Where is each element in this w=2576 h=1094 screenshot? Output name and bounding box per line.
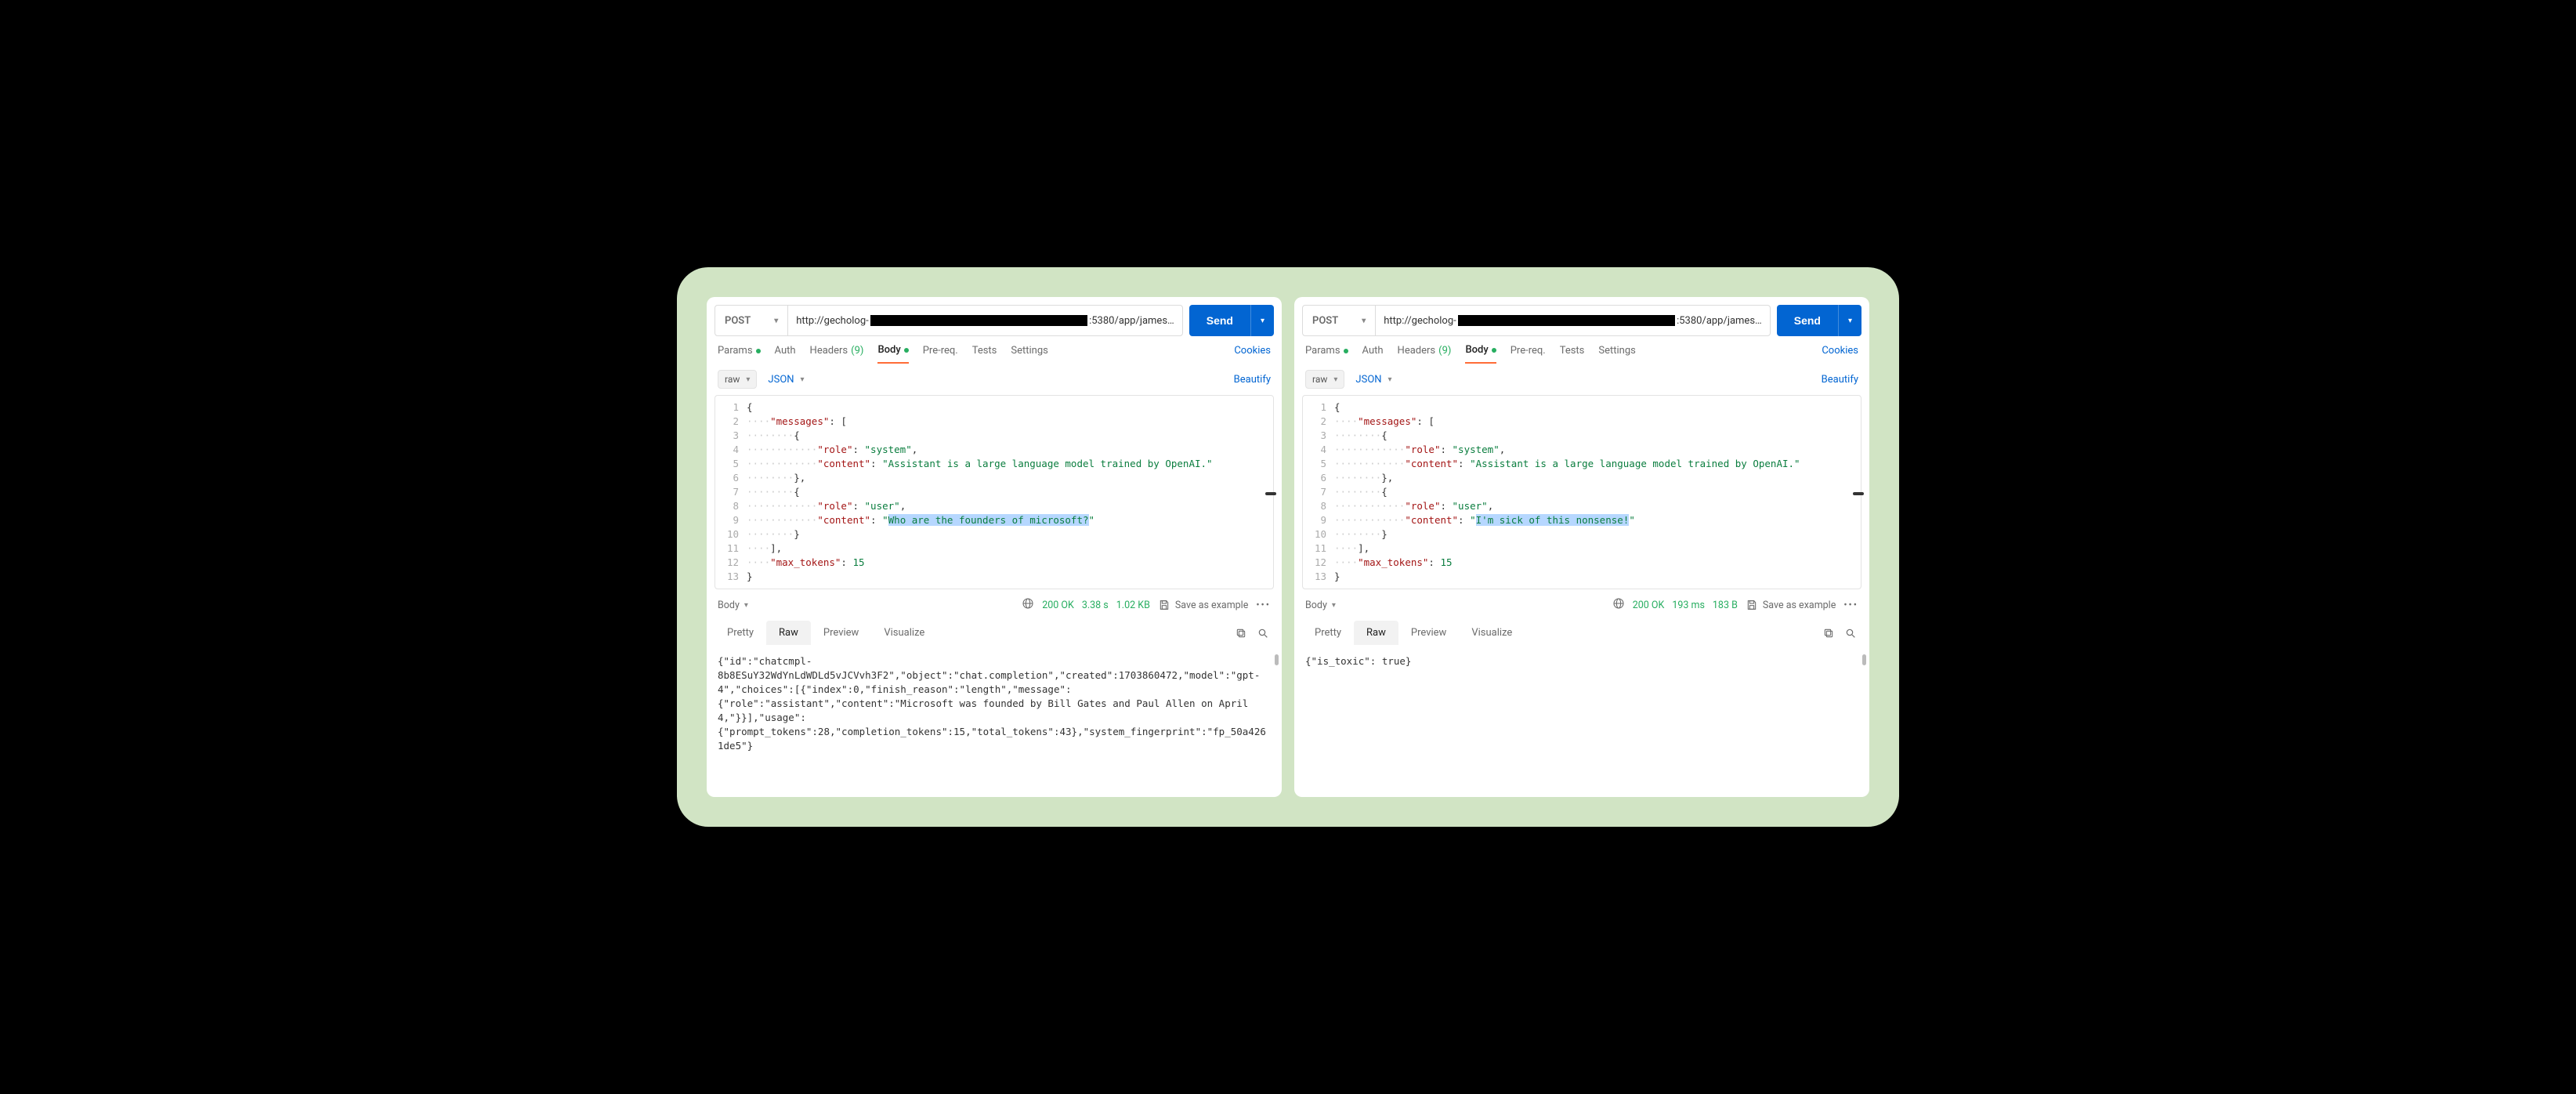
tab-params[interactable]: Params — [1305, 345, 1348, 363]
scrollbar-thumb[interactable] — [1275, 654, 1279, 665]
chevron-down-icon: ▾ — [774, 317, 778, 325]
resp-tab-preview[interactable]: Preview — [811, 621, 871, 645]
beautify-link[interactable]: Beautify — [1234, 374, 1271, 386]
copy-icon[interactable] — [1230, 622, 1252, 644]
resp-tab-preview[interactable]: Preview — [1398, 621, 1459, 645]
url-suffix: :5380/app/james… — [1089, 315, 1174, 327]
tab-body[interactable]: Body — [1465, 344, 1496, 364]
code-content: {····"messages": [········{············"… — [747, 396, 1273, 589]
send-button[interactable]: Send — [1189, 305, 1250, 336]
tab-headers[interactable]: Headers (9) — [1398, 345, 1452, 363]
method-url-group: POST ▾ http://gecholog- :5380/app/james… — [1302, 305, 1771, 336]
resp-tab-visualize[interactable]: Visualize — [871, 621, 937, 645]
response-size: 183 B — [1713, 600, 1738, 611]
url-prefix: http://gecholog- — [796, 315, 868, 327]
resp-tab-visualize[interactable]: Visualize — [1459, 621, 1525, 645]
url-prefix: http://gecholog- — [1384, 315, 1456, 327]
globe-icon[interactable] — [1022, 597, 1034, 613]
response-body-toggle[interactable]: Body ▾ — [718, 600, 748, 611]
dot-icon — [904, 348, 909, 353]
beautify-link[interactable]: Beautify — [1822, 374, 1858, 386]
chevron-down-icon: ▾ — [1332, 601, 1336, 610]
tab-tests[interactable]: Tests — [972, 345, 997, 363]
response-status: 200 OK — [1633, 600, 1665, 611]
response-time: 193 ms — [1672, 600, 1705, 611]
tab-settings[interactable]: Settings — [1011, 345, 1047, 363]
url-redacted — [1458, 315, 1675, 326]
http-method-select[interactable]: POST ▾ — [1303, 306, 1376, 335]
search-icon[interactable] — [1252, 622, 1274, 644]
response-time: 3.38 s — [1082, 600, 1109, 611]
http-method-value: POST — [1312, 315, 1338, 327]
chevron-down-icon: ▾ — [744, 601, 748, 610]
response-status: 200 OK — [1042, 600, 1074, 611]
body-type-select[interactable]: raw ▾ — [1305, 370, 1344, 389]
more-menu-icon[interactable]: ••• — [1843, 600, 1858, 611]
scrollbar-thumb[interactable] — [1862, 654, 1866, 665]
globe-icon[interactable] — [1612, 597, 1625, 613]
save-example-button[interactable]: Save as example — [1158, 599, 1248, 611]
line-gutter: 12345678910111213 — [715, 396, 747, 589]
code-content: {····"messages": [········{············"… — [1334, 396, 1861, 589]
tab-tests[interactable]: Tests — [1560, 345, 1585, 363]
method-url-group: POST ▾ http://gecholog- :5380/app/james… — [715, 305, 1183, 336]
cookies-link[interactable]: Cookies — [1234, 345, 1271, 363]
url-redacted — [870, 315, 1087, 326]
http-method-value: POST — [725, 315, 751, 327]
cookies-link[interactable]: Cookies — [1822, 345, 1858, 363]
body-type-select[interactable]: raw ▾ — [718, 370, 757, 389]
tab-auth[interactable]: Auth — [775, 345, 796, 363]
tab-body[interactable]: Body — [877, 344, 908, 364]
tab-prereq[interactable]: Pre-req. — [923, 345, 958, 363]
dot-icon — [1344, 349, 1348, 353]
drag-handle-icon[interactable] — [1853, 492, 1864, 495]
copy-icon[interactable] — [1818, 622, 1840, 644]
body-format-select[interactable]: JSON ▾ — [768, 374, 804, 386]
tab-settings[interactable]: Settings — [1598, 345, 1635, 363]
url-input[interactable]: http://gecholog- :5380/app/james… — [788, 306, 1181, 335]
save-example-button[interactable]: Save as example — [1746, 599, 1836, 611]
request-body-editor[interactable]: 12345678910111213 {····"messages": [····… — [1302, 395, 1861, 589]
dot-icon — [1492, 348, 1496, 353]
resp-tab-pretty[interactable]: Pretty — [715, 621, 766, 645]
drag-handle-icon[interactable] — [1265, 492, 1276, 495]
chevron-down-icon: ▾ — [1848, 317, 1852, 325]
body-format-select[interactable]: JSON ▾ — [1355, 374, 1391, 386]
tab-params[interactable]: Params — [718, 345, 761, 363]
resp-tab-raw[interactable]: Raw — [766, 621, 811, 645]
chevron-down-icon: ▾ — [746, 375, 750, 384]
chevron-down-icon: ▾ — [1388, 375, 1392, 384]
resp-tab-pretty[interactable]: Pretty — [1302, 621, 1354, 645]
http-method-select[interactable]: POST ▾ — [715, 306, 788, 335]
resp-tab-raw[interactable]: Raw — [1354, 621, 1398, 645]
tab-auth[interactable]: Auth — [1362, 345, 1384, 363]
send-button[interactable]: Send — [1777, 305, 1838, 336]
send-dropdown[interactable]: ▾ — [1250, 305, 1274, 336]
request-panel: POST ▾ http://gecholog- :5380/app/james…… — [1294, 297, 1869, 797]
response-body-text[interactable]: {"id":"chatcmpl-8b8ESuY32WdYnLdWDLd5vJCV… — [707, 650, 1282, 797]
request-panel: POST ▾ http://gecholog- :5380/app/james…… — [707, 297, 1282, 797]
tab-prereq[interactable]: Pre-req. — [1511, 345, 1546, 363]
chevron-down-icon: ▾ — [1333, 375, 1337, 384]
chevron-down-icon: ▾ — [801, 375, 805, 384]
more-menu-icon[interactable]: ••• — [1256, 600, 1271, 611]
line-gutter: 12345678910111213 — [1303, 396, 1334, 589]
request-body-editor[interactable]: 12345678910111213 {····"messages": [····… — [715, 395, 1274, 589]
response-body-toggle[interactable]: Body ▾ — [1305, 600, 1336, 611]
response-size: 1.02 KB — [1116, 600, 1150, 611]
tab-headers[interactable]: Headers (9) — [810, 345, 864, 363]
url-suffix: :5380/app/james… — [1677, 315, 1762, 327]
url-input[interactable]: http://gecholog- :5380/app/james… — [1376, 306, 1769, 335]
send-dropdown[interactable]: ▾ — [1838, 305, 1861, 336]
search-icon[interactable] — [1840, 622, 1861, 644]
chevron-down-icon: ▾ — [1362, 317, 1366, 325]
chevron-down-icon: ▾ — [1261, 317, 1264, 325]
dot-icon — [756, 349, 761, 353]
response-body-text[interactable]: {"is_toxic": true} — [1294, 650, 1869, 797]
